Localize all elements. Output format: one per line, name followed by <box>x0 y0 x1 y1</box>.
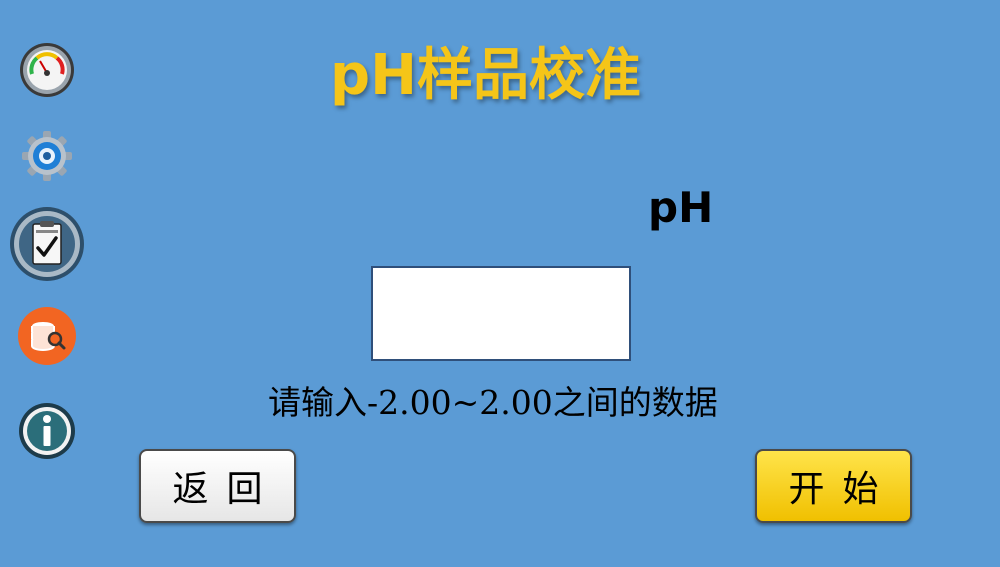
sidebar-item-database[interactable] <box>16 305 78 367</box>
ph-sample-calibration-screen: { "header": { "title": "pH样品校准" }, "side… <box>0 0 1000 567</box>
calibration-clipboard-icon <box>10 207 84 281</box>
database-search-icon <box>18 307 76 365</box>
range-hint-text: 请输入-2.00~2.00之间的数据 <box>268 383 718 422</box>
ph-value-input[interactable] <box>371 266 631 361</box>
back-button[interactable]: 返回 <box>139 449 296 523</box>
gauge-icon <box>20 43 74 97</box>
back-button-label: 返回 <box>172 469 281 510</box>
sidebar-item-settings[interactable] <box>17 126 77 186</box>
sidebar-item-gauge[interactable] <box>17 40 77 100</box>
sidebar-item-info[interactable] <box>16 400 78 462</box>
page-title: pH样品校准 <box>330 43 641 108</box>
info-icon <box>19 403 75 459</box>
start-button[interactable]: 开始 <box>755 449 912 523</box>
start-button-label: 开始 <box>788 469 897 510</box>
gear-icon <box>22 131 72 181</box>
sidebar-item-calibration[interactable] <box>8 205 86 283</box>
unit-label: pH <box>648 183 714 232</box>
